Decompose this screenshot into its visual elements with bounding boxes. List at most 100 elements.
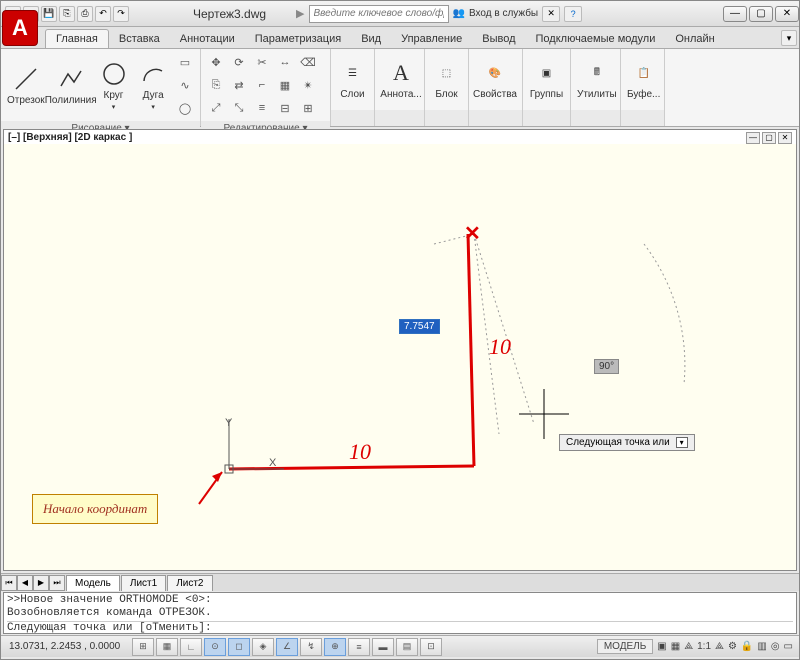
layout2-tab[interactable]: Лист2 (167, 575, 212, 591)
tooltip-more-icon[interactable]: ▾ (676, 437, 688, 448)
dyn-toggle[interactable]: ⊕ (324, 638, 346, 656)
break-icon[interactable]: ⊟ (274, 97, 296, 119)
tab-online[interactable]: Онлайн (665, 30, 724, 48)
workspace-icon[interactable]: ⚙ (728, 641, 737, 652)
hardware-icon[interactable]: ▥ (757, 641, 766, 652)
isolate-icon[interactable]: ◎ (771, 641, 780, 652)
grid-toggle[interactable]: ▦ (156, 638, 178, 656)
tab-home[interactable]: Главная (45, 29, 109, 48)
drawing-area[interactable]: ✕ 10 10 X Y Начало координат 7.7547 90° … (4, 144, 796, 570)
clipboard-button[interactable]: 📋Буфе... (625, 57, 662, 102)
mirror-icon[interactable]: ⇄ (228, 74, 250, 96)
ribbon-collapse-icon[interactable]: ▾ (781, 30, 797, 46)
snap-toggle[interactable]: ⊞ (132, 638, 154, 656)
ellipse-icon[interactable]: ◯ (174, 97, 196, 119)
nav-next-icon[interactable]: ▶ (33, 575, 49, 591)
canvas-viewport[interactable]: [–] [Верхняя] [2D каркас ] — ▢ ✕ ✕ 10 10 (3, 129, 797, 571)
scale-icon[interactable]: ⤡ (228, 97, 250, 119)
offset-icon[interactable]: ≡ (251, 97, 273, 119)
qat-undo-icon[interactable]: ↶ (95, 6, 111, 22)
line-button[interactable]: Отрезок (5, 63, 47, 108)
panel-properties: 🎨Свойства (469, 49, 523, 126)
erase-icon[interactable]: ⌫ (297, 51, 319, 73)
vp-min-icon[interactable]: — (746, 132, 760, 144)
nav-last-icon[interactable]: ⏭ (49, 575, 65, 591)
properties-button[interactable]: 🎨Свойства (473, 57, 517, 102)
tab-manage[interactable]: Управление (391, 30, 472, 48)
tab-plugins[interactable]: Подключаемые модули (526, 30, 666, 48)
qp-toggle[interactable]: ▤ (396, 638, 418, 656)
rect-icon[interactable]: ▭ (174, 51, 196, 73)
annovisibility-icon[interactable]: ⟁ (715, 641, 724, 652)
ortho-toggle[interactable]: ∟ (180, 638, 202, 656)
osnap-toggle[interactable]: ◻ (228, 638, 250, 656)
clean-icon[interactable]: ▭ (784, 641, 793, 652)
trim-icon[interactable]: ✂ (251, 51, 273, 73)
utilities-button[interactable]: 🖩Утилиты (575, 57, 619, 102)
array-icon[interactable]: ▦ (274, 74, 296, 96)
tab-annotate[interactable]: Аннотации (170, 30, 245, 48)
model-tab[interactable]: Модель (66, 575, 120, 591)
groups-button[interactable]: ▣Группы (527, 57, 566, 102)
nav-first-icon[interactable]: ⏮ (1, 575, 17, 591)
join-icon[interactable]: ⊞ (297, 97, 319, 119)
panel-block: ⬚Блок (425, 49, 469, 126)
tab-view[interactable]: Вид (351, 30, 391, 48)
exchange-icon[interactable]: ✕ (542, 6, 560, 22)
vp-close-icon[interactable]: ✕ (778, 132, 792, 144)
lock-icon[interactable]: 🔒 (741, 641, 753, 652)
extend-icon[interactable]: ↔ (274, 51, 296, 73)
stretch-icon[interactable]: ⤢ (205, 97, 227, 119)
close-button[interactable]: ✕ (775, 6, 799, 22)
layout-grid-icon[interactable]: ▣ (657, 641, 666, 652)
length-input[interactable]: 7.7547 (399, 319, 440, 334)
svg-text:X: X (269, 457, 277, 469)
layout1-tab[interactable]: Лист1 (121, 575, 166, 591)
sc-toggle[interactable]: ⊡ (420, 638, 442, 656)
ducs-toggle[interactable]: ↯ (300, 638, 322, 656)
cmd-prompt[interactable]: Следующая точка или [оТменить]: (7, 621, 793, 634)
rotate-icon[interactable]: ⟳ (228, 51, 250, 73)
quickview-icon[interactable]: ▦ (671, 641, 680, 652)
nav-prev-icon[interactable]: ◀ (17, 575, 33, 591)
help-icon[interactable]: ? (564, 6, 582, 22)
command-line[interactable]: >>Новое значение ORTHOMODE <0>: Возобнов… (3, 592, 797, 634)
viewport-label[interactable]: [–] [Верхняя] [2D каркас ] (8, 132, 132, 143)
qat-save-icon[interactable]: 💾 (41, 6, 57, 22)
qat-saveas-icon[interactable]: ⎘ (59, 6, 75, 22)
copy-icon[interactable]: ⎘ (205, 74, 227, 96)
circle-button[interactable]: Круг▾ (95, 58, 133, 113)
explode-icon[interactable]: ✴ (297, 74, 319, 96)
polyline-button[interactable]: Полилиния (49, 63, 93, 108)
vp-max-icon[interactable]: ▢ (762, 132, 776, 144)
3dosnap-toggle[interactable]: ◈ (252, 638, 274, 656)
tpy-toggle[interactable]: ▬ (372, 638, 394, 656)
qat-print-icon[interactable]: ⎙ (77, 6, 93, 22)
move-icon[interactable]: ✥ (205, 51, 227, 73)
document-title: Чертеж3.dwg (193, 7, 266, 21)
maximize-button[interactable]: ▢ (749, 6, 773, 22)
layers-button[interactable]: ☰Слои (335, 57, 370, 102)
minimize-button[interactable]: — (723, 6, 747, 22)
annoscale-icon[interactable]: ⟁ (684, 641, 693, 652)
lwt-toggle[interactable]: ≡ (348, 638, 370, 656)
coordinates-display[interactable]: 13.0731, 2.2453 , 0.0000 (1, 641, 131, 652)
block-icon: ⬚ (433, 59, 461, 87)
search-area: ▶ 👥 Вход в службы ✕ ? (296, 5, 715, 23)
tab-parametric[interactable]: Параметризация (245, 30, 351, 48)
tab-insert[interactable]: Вставка (109, 30, 170, 48)
arc-button[interactable]: Дуга▾ (134, 58, 172, 113)
otrack-toggle[interactable]: ∠ (276, 638, 298, 656)
qat-redo-icon[interactable]: ↷ (113, 6, 129, 22)
search-input[interactable] (309, 5, 449, 23)
model-space-button[interactable]: МОДЕЛЬ (597, 639, 653, 654)
polar-toggle[interactable]: ⊙ (204, 638, 226, 656)
spline-icon[interactable]: ∿ (174, 74, 196, 96)
text-button[interactable]: AАннота... (379, 57, 423, 102)
tab-output[interactable]: Вывод (472, 30, 525, 48)
fillet-icon[interactable]: ⌐ (251, 74, 273, 96)
app-logo-icon[interactable]: A (2, 10, 38, 46)
login-link[interactable]: Вход в службы (469, 8, 538, 19)
block-button[interactable]: ⬚Блок (429, 57, 464, 102)
scale-display[interactable]: 1:1 (697, 641, 711, 652)
